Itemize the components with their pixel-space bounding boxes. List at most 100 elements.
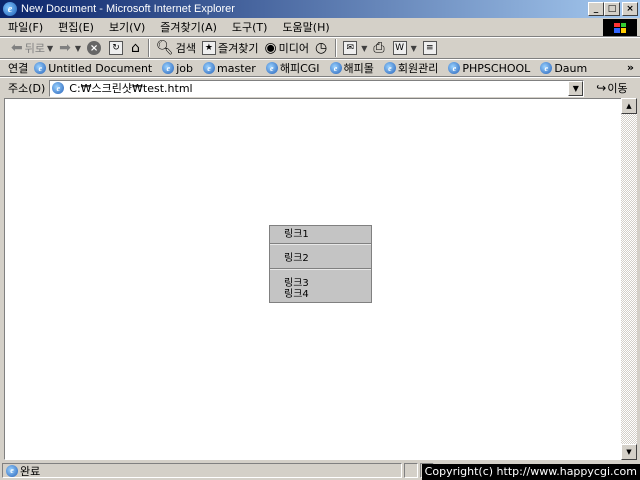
- favorites-button[interactable]: ★ 즐겨찾기: [199, 38, 261, 58]
- ie-page-icon: e: [329, 62, 342, 74]
- toolbar-separator: [335, 39, 338, 57]
- edit-button[interactable]: W ▼: [390, 38, 420, 58]
- back-label: 뒤로: [24, 42, 45, 55]
- ie-page-icon: e: [203, 62, 216, 74]
- home-icon: ⌂: [131, 40, 140, 56]
- link-happymall[interactable]: e 해피몰: [329, 60, 374, 76]
- address-label: 주소(D): [8, 82, 46, 95]
- menu-bar: 파일(F) 편집(E) 보기(V) 즐겨찾기(A) 도구(T) 도움말(H): [0, 18, 640, 37]
- ie-logo-icon[interactable]: e: [3, 2, 17, 16]
- address-bar: 주소(D) e C:₩스크린샷₩test.html ▼ ↪ 이동: [0, 77, 640, 98]
- link-label: 해피몰: [343, 62, 374, 75]
- address-input[interactable]: e C:₩스크린샷₩test.html ▼: [49, 79, 585, 97]
- status-main-panel: e 완료: [2, 463, 402, 478]
- menu-edit[interactable]: 편집(E): [50, 18, 101, 37]
- link-label: Daum: [554, 61, 588, 75]
- ie-page-icon: e: [448, 62, 461, 74]
- ie-page-icon: e: [6, 464, 18, 477]
- link-master[interactable]: e master: [203, 62, 256, 75]
- search-label: 검색: [175, 42, 196, 55]
- caption-buttons: _ □ ×: [588, 2, 638, 16]
- favorites-label: 즐겨찾기: [217, 42, 259, 55]
- stop-button[interactable]: ×: [84, 38, 106, 58]
- history-icon: ◷: [315, 40, 328, 56]
- status-bar: e 완료 Copyright(c) http://www.happycgi.co…: [0, 461, 640, 480]
- back-button[interactable]: ⬅ 뒤로 ▼: [8, 38, 56, 58]
- title-bar[interactable]: e New Document - Microsoft Internet Expl…: [0, 0, 640, 18]
- menu-help[interactable]: 도움말(H): [274, 18, 336, 37]
- link-happycgi[interactable]: e 해피CGI: [265, 60, 320, 76]
- home-button[interactable]: ⌂: [128, 38, 145, 58]
- media-button[interactable]: ◉ 미디어: [261, 38, 312, 58]
- standard-toolbar: ⬅ 뒤로 ▼ ➡ ▼ × ↻ ⌂ 🔍︎ 검색 ★ 즐겨찾기 ◉ 미디어 ◷ ✉ …: [0, 37, 640, 59]
- popup-divider: [270, 243, 371, 245]
- favorites-icon: ★: [201, 41, 216, 55]
- menu-favorites[interactable]: 즐겨찾기(A): [152, 18, 224, 37]
- maximize-button[interactable]: □: [604, 2, 620, 16]
- menu-view[interactable]: 보기(V): [101, 18, 152, 37]
- scroll-down-arrow-icon[interactable]: ▼: [621, 444, 637, 460]
- status-panel: [404, 463, 418, 478]
- mail-button[interactable]: ✉ ▼: [340, 38, 370, 58]
- ie-page-icon: e: [383, 62, 396, 74]
- link-label: master: [217, 61, 256, 75]
- search-button[interactable]: 🔍︎ 검색: [153, 38, 199, 58]
- ie-page-icon: e: [265, 62, 278, 74]
- popup-link-3[interactable]: 링크3: [284, 278, 309, 289]
- link-daum[interactable]: e Daum: [540, 62, 587, 75]
- ie-page-icon: e: [52, 82, 65, 94]
- link-label: PHPSCHOOL: [462, 61, 531, 75]
- links-more-chevron-icon[interactable]: »: [627, 61, 634, 74]
- media-icon: ◉: [264, 40, 277, 56]
- back-dropdown-icon[interactable]: ▼: [47, 44, 53, 53]
- ie-page-icon: e: [162, 62, 175, 74]
- forward-button[interactable]: ➡ ▼: [56, 38, 84, 58]
- discuss-button[interactable]: ≡: [420, 38, 442, 58]
- link-phpschool[interactable]: e PHPSCHOOL: [448, 62, 530, 75]
- scroll-up-arrow-icon[interactable]: ▲: [621, 98, 637, 114]
- go-label: 이동: [607, 82, 628, 95]
- links-label: 연결: [8, 62, 29, 75]
- print-button[interactable]: ⎙: [370, 38, 389, 58]
- refresh-button[interactable]: ↻: [106, 38, 128, 58]
- edit-dropdown-icon[interactable]: ▼: [411, 44, 417, 53]
- toolbar-separator: [147, 39, 150, 57]
- forward-dropdown-icon[interactable]: ▼: [75, 44, 81, 53]
- link-job[interactable]: e job: [162, 62, 193, 75]
- forward-arrow-icon: ➡: [59, 40, 71, 56]
- menu-file[interactable]: 파일(F): [0, 18, 50, 37]
- popup-link-2[interactable]: 링크2: [284, 253, 309, 264]
- address-dropdown-icon[interactable]: ▼: [568, 80, 584, 96]
- menu-tools[interactable]: 도구(T): [224, 18, 275, 37]
- history-button[interactable]: ◷: [312, 38, 332, 58]
- popup-link-4[interactable]: 링크4: [284, 289, 309, 300]
- status-text: 완료: [20, 464, 41, 478]
- popup-divider: [270, 268, 371, 270]
- ie-page-icon: e: [540, 62, 553, 74]
- browser-window: e New Document - Microsoft Internet Expl…: [0, 0, 640, 480]
- stop-icon: ×: [87, 41, 102, 55]
- go-arrow-icon: ↪: [596, 81, 607, 95]
- link-member-admin[interactable]: e 회원관리: [383, 60, 439, 76]
- print-icon: ⎙: [373, 40, 385, 56]
- refresh-icon: ↻: [109, 41, 124, 55]
- minimize-button[interactable]: _: [588, 2, 604, 16]
- mail-dropdown-icon[interactable]: ▼: [361, 44, 367, 53]
- link-label: Untitled Document: [48, 61, 153, 75]
- go-button[interactable]: ↪ 이동: [596, 80, 627, 96]
- windows-logo-icon: [603, 19, 637, 36]
- close-button[interactable]: ×: [622, 2, 638, 16]
- copyright-text: Copyright(c) http://www.happycgi.com: [421, 464, 640, 480]
- link-label: 회원관리: [397, 62, 439, 75]
- popup-menu: 링크1 링크2 링크3 링크4: [269, 225, 372, 303]
- vertical-scrollbar[interactable]: ▲ ▼: [621, 98, 637, 460]
- link-untitled-document[interactable]: e Untitled Document: [34, 62, 152, 75]
- ie-page-icon: e: [34, 62, 47, 74]
- address-value: C:₩스크린샷₩test.html: [69, 82, 193, 95]
- window-title: New Document - Microsoft Internet Explor…: [21, 3, 235, 15]
- mail-icon: ✉: [343, 41, 358, 55]
- link-label: job: [176, 61, 194, 75]
- link-label: 해피CGI: [279, 62, 320, 75]
- media-label: 미디어: [278, 42, 310, 55]
- popup-link-1[interactable]: 링크1: [284, 229, 309, 240]
